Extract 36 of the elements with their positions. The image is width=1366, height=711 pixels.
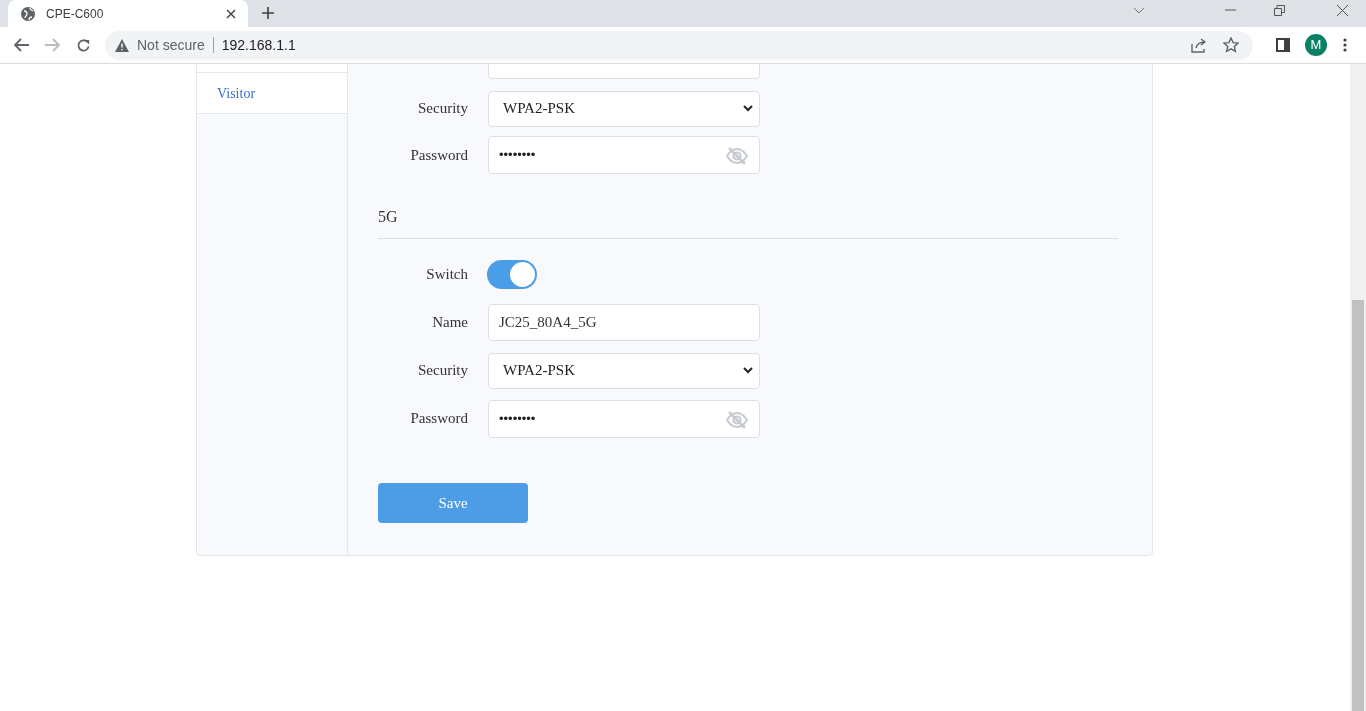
browser-tab[interactable]: CPE-C600 (8, 0, 248, 27)
more-menu-icon[interactable] (1343, 38, 1347, 52)
chevron-down-icon (743, 367, 753, 374)
url-text: 192.168.1.1 (221, 35, 296, 55)
toggle-switch[interactable] (487, 260, 537, 289)
field-label: Security (417, 99, 468, 119)
scrollbar[interactable] (1350, 64, 1366, 711)
star-icon[interactable] (1223, 37, 1239, 53)
globe-icon (20, 5, 36, 22)
password-field[interactable]: •••••••• (488, 399, 760, 438)
restore-icon[interactable] (1274, 4, 1285, 16)
field-label: Password (409, 409, 468, 429)
field-label: Switch (425, 265, 468, 285)
chevron-down-icon (743, 105, 753, 112)
tab-title: CPE-C600 (46, 5, 105, 23)
name-field[interactable]: JC25_80A4_5G (488, 304, 760, 341)
security-dropdown[interactable]: WPA2-PSK (488, 352, 760, 389)
sidebar-item[interactable]: Visitor (197, 73, 347, 114)
chevron-down-icon[interactable] (1133, 6, 1145, 14)
security-status[interactable]: Not secure (137, 34, 205, 56)
close-icon[interactable] (1337, 4, 1348, 16)
side-panel-icon[interactable] (1276, 38, 1290, 52)
reload-icon[interactable] (76, 37, 91, 53)
field-label: Name (431, 313, 468, 333)
field-label: Password (409, 145, 468, 165)
share-icon[interactable] (1191, 37, 1207, 53)
address-bar[interactable]: Not secure 192.168.1.1 (105, 30, 1253, 60)
section-heading: 5G (378, 208, 398, 225)
profile-avatar[interactable]: M (1305, 34, 1327, 56)
security-dropdown[interactable]: WPA2-PSK (488, 90, 760, 127)
close-icon[interactable] (226, 8, 236, 19)
warning-icon (115, 38, 129, 52)
field-label: Security (417, 361, 468, 381)
password-field[interactable]: •••••••• (488, 136, 760, 174)
new-tab-icon[interactable] (262, 7, 274, 19)
back-arrow-icon[interactable] (14, 38, 30, 52)
